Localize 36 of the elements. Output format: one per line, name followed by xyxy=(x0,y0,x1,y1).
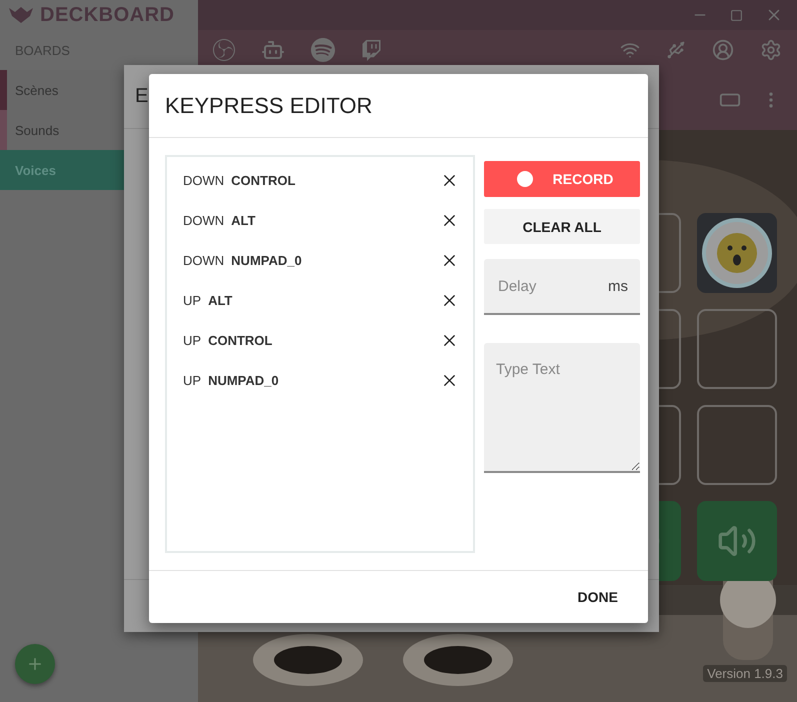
version-label: Version 1.9.3 xyxy=(703,665,787,682)
sound-waves-icon[interactable] xyxy=(311,38,335,62)
aperture-icon[interactable] xyxy=(213,39,235,61)
delay-field[interactable]: Delay ms xyxy=(484,259,640,315)
event-key: ALT xyxy=(208,292,440,308)
settings-icon[interactable] xyxy=(760,39,782,61)
event-key: CONTROL xyxy=(208,332,440,348)
clear-all-button[interactable]: CLEAR ALL xyxy=(484,209,640,244)
dialog-title: E xyxy=(135,85,148,108)
maximize-icon[interactable] xyxy=(730,8,743,22)
event-direction: UP xyxy=(183,292,202,308)
unit-label: ms xyxy=(608,278,628,294)
add-button[interactable] xyxy=(15,644,55,684)
event-key: ALT xyxy=(231,212,440,228)
delay-input[interactable]: Delay xyxy=(496,276,608,296)
done-button[interactable]: DONE xyxy=(570,581,626,613)
empty-slot[interactable] xyxy=(697,309,777,389)
account-icon[interactable] xyxy=(712,39,734,61)
surprised-emoji-icon xyxy=(701,217,773,289)
event-direction: DOWN xyxy=(183,252,224,268)
usb-icon[interactable] xyxy=(666,40,686,60)
event-key: NUMPAD_0 xyxy=(231,252,440,268)
empty-slot[interactable] xyxy=(697,405,777,485)
event-direction: UP xyxy=(183,332,202,348)
record-button[interactable]: RECORD xyxy=(484,161,640,197)
logo-icon xyxy=(8,6,34,24)
text-field[interactable]: Type Text xyxy=(484,343,640,473)
robot-icon[interactable] xyxy=(261,38,285,62)
plus-icon xyxy=(26,655,44,673)
event-direction: UP xyxy=(183,372,202,388)
emoji-button[interactable] xyxy=(697,213,777,293)
chat-bubble-icon[interactable] xyxy=(361,40,382,60)
event-direction: DOWN xyxy=(183,212,224,228)
event-key: CONTROL xyxy=(231,172,440,188)
sound-button[interactable] xyxy=(697,501,777,581)
event-key: NUMPAD_0 xyxy=(208,372,440,388)
